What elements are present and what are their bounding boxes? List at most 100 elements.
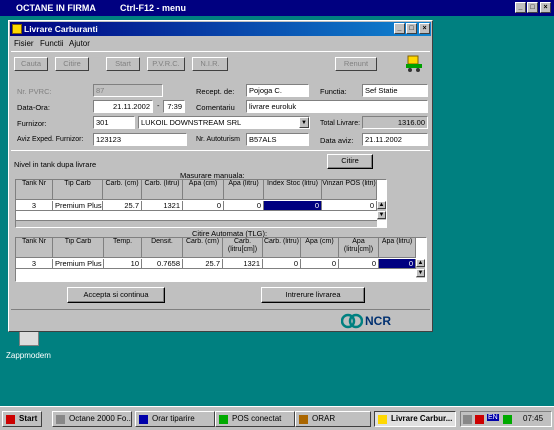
dialog-minimize-icon[interactable]: _ (394, 23, 405, 34)
tlg-header: Carb. (litru[cm]) (223, 238, 263, 258)
tlg-cell[interactable]: 1321 (223, 259, 263, 269)
manual-cell[interactable]: 0 (224, 201, 264, 211)
maximize-icon[interactable]: □ (527, 2, 538, 13)
app-icon (219, 415, 228, 424)
manual-cell-selected[interactable]: 0 (264, 201, 322, 211)
manual-cell[interactable]: 0 (183, 201, 224, 211)
scroll-down-icon[interactable]: ▼ (377, 211, 386, 219)
zappmodem-label[interactable]: Zappmodem (6, 351, 51, 360)
manual-header: Carb. (litru) (142, 180, 183, 200)
task-orar[interactable]: ORAR (295, 411, 371, 427)
total-livrare-label: Total Livrare: (320, 120, 361, 127)
app-icon (139, 415, 148, 424)
footer-panel: NCR (11, 309, 430, 331)
zappmodem-icon[interactable] (19, 330, 39, 346)
clock[interactable]: 07:45 (523, 414, 543, 423)
nr-pvrc-label: Nr. PVRC: (17, 87, 52, 96)
tlg-cell[interactable]: 0 (263, 259, 301, 269)
date-field[interactable]: 21.11.2002 (93, 100, 153, 113)
task-pos-conectat[interactable]: POS conectat (215, 411, 295, 427)
dialog-maximize-icon[interactable]: □ (406, 23, 417, 34)
task-label: ORAR (312, 414, 336, 423)
logo-text: NCR (365, 314, 391, 328)
chevron-down-icon[interactable]: ▼ (299, 117, 309, 128)
scroll-down-icon[interactable]: ▼ (416, 269, 425, 277)
tlg-table: Tank Nr Tip Carb Temp. Densit. Carb. (cm… (15, 237, 427, 282)
tlg-cell[interactable]: 25.7 (183, 259, 223, 269)
functia-field[interactable]: Sef Statie (362, 84, 428, 97)
manual-cell[interactable]: 1321 (142, 201, 183, 211)
accept-button[interactable]: Accepta si continua (67, 287, 165, 303)
network-icon[interactable] (463, 415, 472, 424)
volume-icon[interactable] (503, 415, 512, 424)
dialog-close-icon[interactable]: × (419, 23, 430, 34)
tlg-cell[interactable]: Premium Plus (53, 259, 104, 269)
task-octane[interactable]: Octane 2000 Fo... (52, 411, 132, 427)
minimize-icon[interactable]: _ (515, 2, 526, 13)
cauta-button[interactable]: Cauta (14, 57, 48, 71)
start-label: Start (19, 414, 38, 423)
tlg-header: Carb. (litru) (263, 238, 301, 258)
citire-toolbar-button[interactable]: Citire (55, 57, 89, 71)
language-indicator[interactable]: EN (487, 414, 499, 421)
data-aviz-field[interactable]: 21.11.2002 (362, 133, 428, 146)
manual-hscrollbar[interactable] (16, 220, 377, 227)
manual-cell[interactable]: 3 (16, 201, 53, 211)
app-title-bar: OCTANE IN FIRMA Ctrl-F12 - menu _ □ × (0, 0, 554, 16)
nr-autoturism-field[interactable]: B57ALS (246, 133, 309, 146)
furnizor-code-field[interactable]: 301 (93, 116, 135, 129)
start-menu-button[interactable]: Start (2, 411, 42, 427)
renunt-button[interactable]: Renunt (335, 57, 377, 71)
tlg-cell[interactable]: 0 (339, 259, 379, 269)
tlg-header: Apa (cm) (301, 238, 339, 258)
manual-header: Tank Nr (16, 180, 53, 200)
tlg-scrollbar[interactable]: ▲ ▼ (416, 259, 425, 278)
dialog-title-bar: Livrare Carburanti _ □ × (10, 22, 431, 36)
scroll-up-icon[interactable]: ▲ (416, 259, 425, 267)
antivirus-icon[interactable] (475, 415, 484, 424)
nr-pvrc-field[interactable]: 87 (93, 84, 163, 97)
scroll-up-icon[interactable]: ▲ (377, 201, 386, 209)
nr-autoturism-label: Nr. Autoturism (196, 136, 240, 143)
app-subtitle: Ctrl-F12 - menu (120, 3, 187, 13)
task-orar-tiparire[interactable]: Orar tiparire (135, 411, 215, 427)
fuel-pump-icon (405, 54, 423, 74)
tlg-cell-selected[interactable]: 0 (379, 259, 416, 269)
aviz-exped-field[interactable]: 123123 (93, 133, 187, 146)
tlg-header: Apa (litru[cm]) (339, 238, 379, 258)
manual-cell[interactable]: 25.7 (103, 201, 142, 211)
manual-header: Index Stoc (litru) (264, 180, 322, 200)
aviz-exped-label: Aviz Exped. Furnizor: (17, 136, 84, 143)
interrupt-button[interactable]: Intrerure livrarea (261, 287, 365, 303)
tlg-cell[interactable]: 3 (16, 259, 53, 269)
tlg-cell[interactable]: 0 (301, 259, 339, 269)
furnizor-select[interactable]: LUKOIL DOWNSTREAM SRL ▼ (138, 116, 310, 129)
pvrc-button[interactable]: P.V.R.C. (147, 57, 185, 71)
task-livrare[interactable]: Livrare Carbur... (374, 411, 456, 427)
start-button[interactable]: Start (106, 57, 140, 71)
menu-functii[interactable]: Functii (40, 39, 64, 48)
furnizor-label: Furnizor: (17, 119, 47, 128)
menu-fisier[interactable]: Fisier (14, 39, 34, 48)
menu-ajutor[interactable]: Ajutor (69, 39, 90, 48)
task-label: Orar tiparire (152, 414, 195, 423)
manual-cell[interactable]: 0 (322, 201, 377, 211)
app-icon (56, 415, 65, 424)
tlg-cell[interactable]: 10 (104, 259, 142, 269)
citire-button[interactable]: Citire (327, 154, 373, 169)
livrare-dialog: Livrare Carburanti _ □ × Fisier Functii … (8, 20, 433, 332)
manual-scrollbar[interactable]: ▲ ▼ (377, 201, 386, 220)
close-icon[interactable]: × (540, 2, 551, 13)
tlg-cell[interactable]: 0.7658 (142, 259, 183, 269)
data-aviz-label: Data aviz: (320, 136, 354, 145)
comentariu-field[interactable]: livrare euroluk (246, 100, 428, 113)
time-field[interactable]: 7:39 (163, 100, 185, 113)
manual-header: Vinzari POS (litri) (322, 180, 377, 200)
ncr-logo: NCR (341, 312, 421, 330)
system-tray: EN 07:45 (460, 411, 552, 427)
manual-cell[interactable]: Premium Plus (53, 201, 103, 211)
nir-button[interactable]: N.I.R. (192, 57, 228, 71)
data-ora-label: Data-Ora: (17, 103, 50, 112)
tlg-header: Apa (litru) (379, 238, 416, 258)
recept-de-field[interactable]: Pojoga C. (246, 84, 309, 97)
